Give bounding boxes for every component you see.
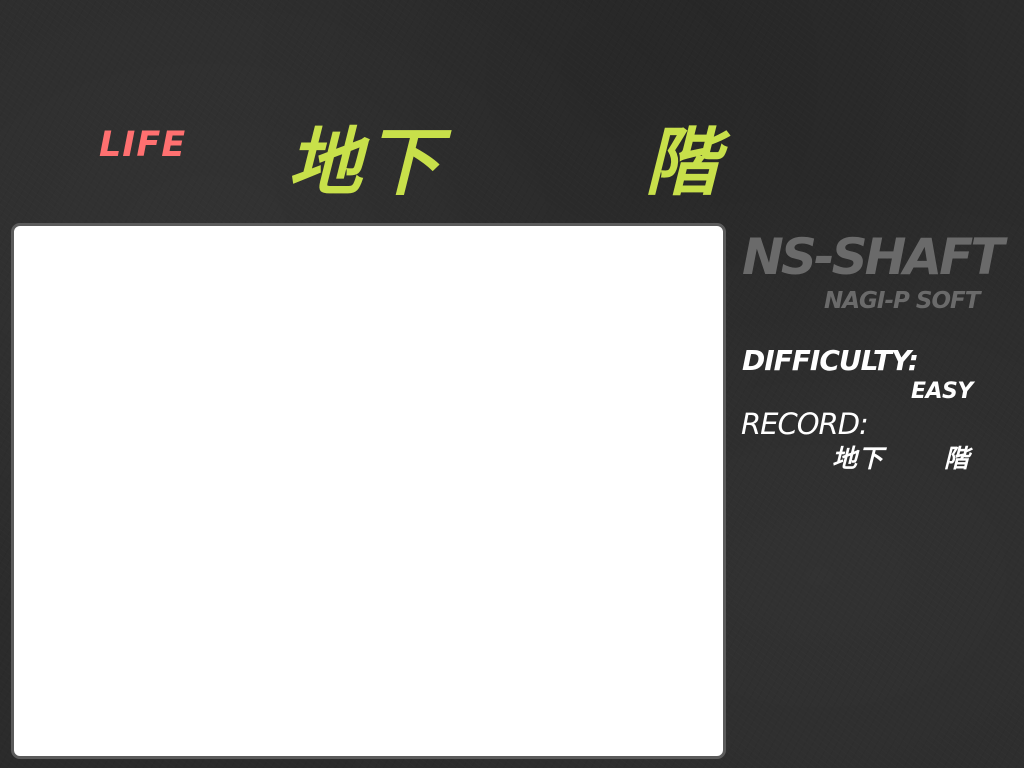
record-prefix: 地下 bbox=[832, 444, 885, 473]
life-label: LIFE bbox=[99, 125, 187, 165]
floor-suffix: 階 bbox=[645, 120, 719, 206]
record-suffix: 階 bbox=[944, 444, 970, 473]
record-label: RECORD: bbox=[741, 407, 869, 441]
game-logo-title: NS-SHAFT bbox=[742, 228, 1004, 286]
difficulty-value: EASY bbox=[911, 379, 973, 404]
game-logo-subtitle: NAGI-P SOFT bbox=[824, 288, 980, 314]
floor-prefix: 地下 bbox=[288, 120, 444, 206]
game-playfield[interactable] bbox=[11, 223, 726, 759]
difficulty-label: DIFFICULTY: bbox=[742, 344, 919, 377]
